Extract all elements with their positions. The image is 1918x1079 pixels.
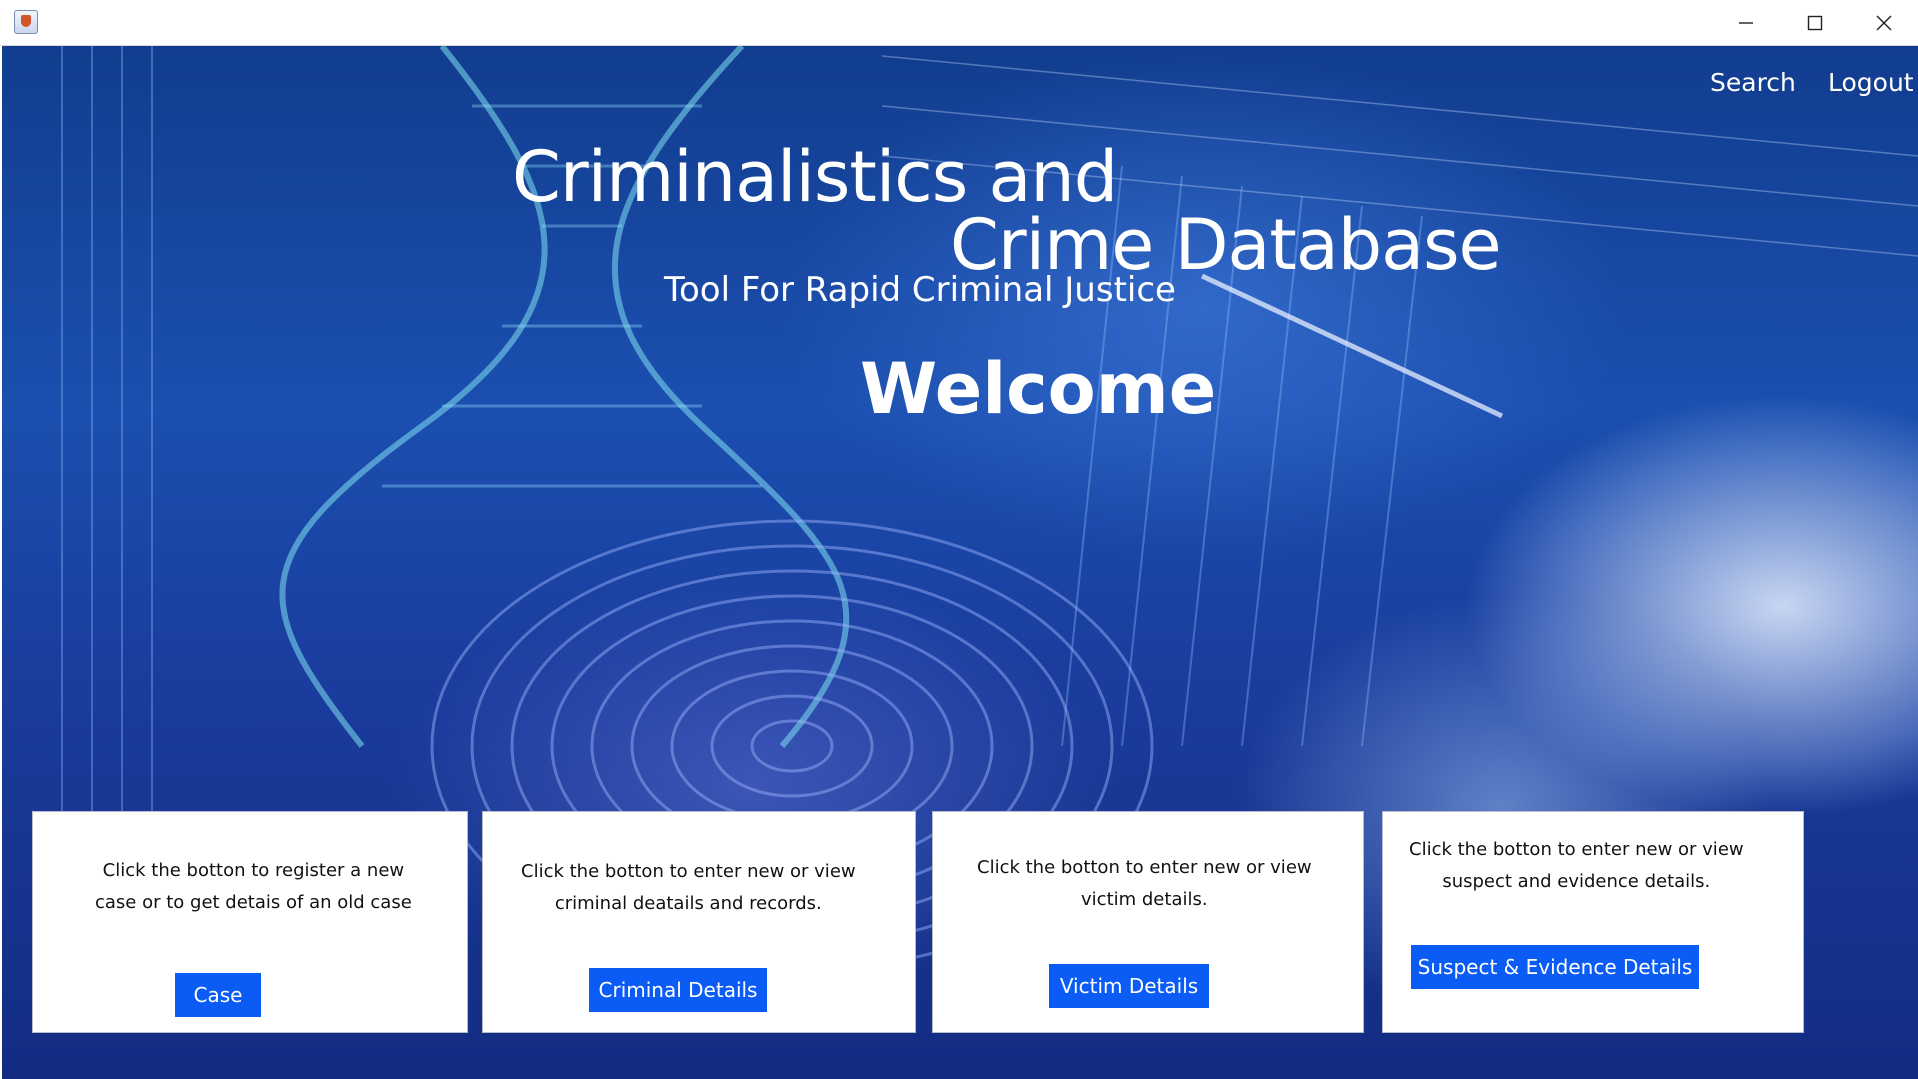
victim-card-description: Click the botton to enter new or view vi… [977, 852, 1312, 916]
suspect-card-line1: Click the botton to enter new or view [1409, 839, 1744, 860]
victim-card-line1: Click the botton to enter new or view [977, 857, 1312, 878]
welcome-heading: Welcome [860, 348, 1217, 430]
java-coffee-cup-icon [14, 10, 38, 34]
criminal-details-button[interactable]: Criminal Details [589, 968, 767, 1012]
case-card: Click the botton to register a new case … [32, 811, 468, 1033]
app-subtitle: Tool For Rapid Criminal Justice [664, 270, 1176, 310]
criminal-card-line1: Click the botton to enter new or view [521, 861, 856, 882]
case-card-line1: Click the botton to register a new [102, 860, 405, 881]
minimize-icon [1739, 21, 1753, 24]
suspect-evidence-card: Click the botton to enter new or view su… [1382, 811, 1804, 1033]
search-link[interactable]: Search [1710, 68, 1796, 97]
case-card-description: Click the botton to register a new case … [95, 855, 412, 919]
victim-card: Click the botton to enter new or view vi… [932, 811, 1364, 1033]
maximize-button[interactable] [1781, 0, 1849, 45]
minimize-button[interactable] [1712, 0, 1780, 45]
criminal-card-line2: criminal deatails and records. [554, 893, 822, 914]
close-button[interactable] [1850, 0, 1918, 45]
close-icon [1876, 15, 1892, 30]
victim-card-line2: victim details. [1081, 889, 1208, 910]
suspect-card-line2: suspect and evidence details. [1442, 871, 1711, 892]
case-card-line2: case or to get detais of an old case [95, 892, 412, 913]
case-button[interactable]: Case [175, 973, 261, 1017]
logout-link[interactable]: Logout [1828, 68, 1914, 97]
window-title-bar [0, 0, 1918, 46]
suspect-evidence-button[interactable]: Suspect & Evidence Details [1411, 945, 1699, 989]
criminal-card-description: Click the botton to enter new or view cr… [521, 856, 856, 920]
suspect-card-description: Click the botton to enter new or view su… [1409, 834, 1744, 898]
maximize-icon [1807, 15, 1823, 30]
victim-details-button[interactable]: Victim Details [1049, 964, 1209, 1008]
criminal-card: Click the botton to enter new or view cr… [482, 811, 916, 1033]
